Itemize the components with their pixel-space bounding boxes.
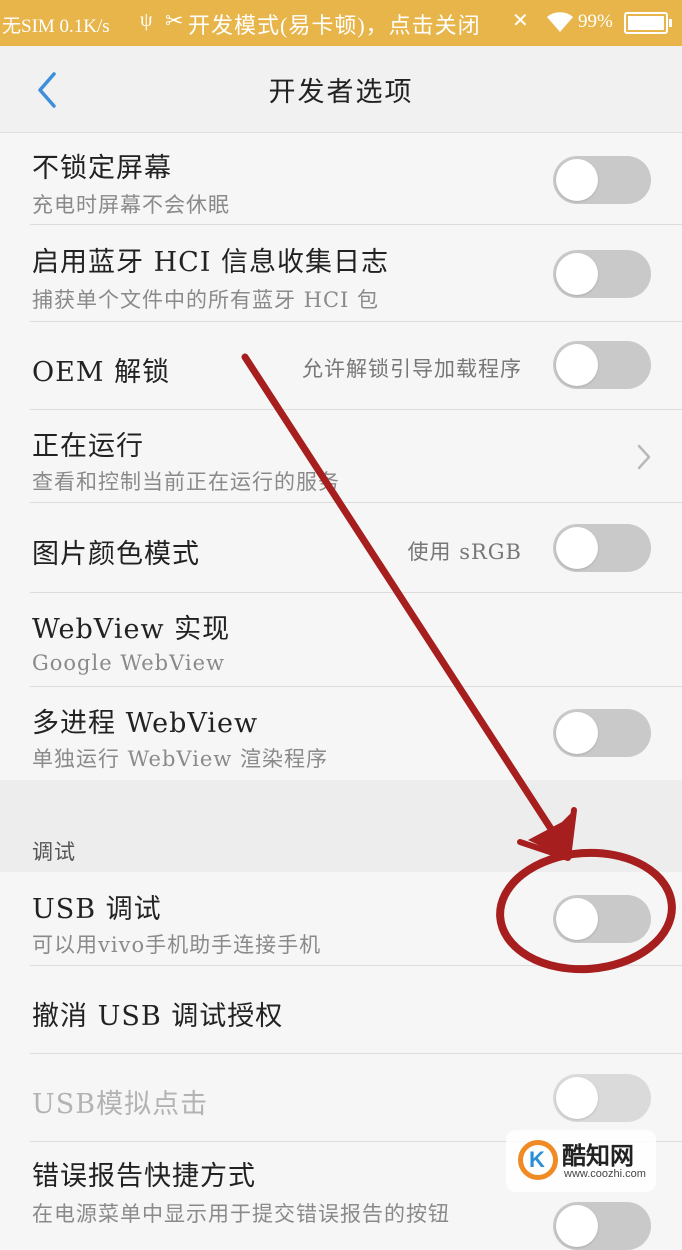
bug-report-toggle[interactable] <box>553 1202 651 1250</box>
usb-icon: ψ <box>140 9 153 31</box>
setting-title: 不锁定屏幕 <box>32 153 172 184</box>
mute-bell-icon: ✕ <box>512 10 529 32</box>
developer-mode-notice[interactable]: 开发模式(易卡顿)，点击关闭 <box>188 8 481 40</box>
setting-title: 图片颜色模式 <box>32 539 200 570</box>
setting-title: OEM 解锁 <box>32 357 171 388</box>
setting-usb-simulated-click: USB模拟点击 <box>0 1054 682 1142</box>
setting-right-text: 允许解锁引导加载程序 <box>302 357 522 381</box>
setting-subtitle: 充电时屏幕不会休眠 <box>32 193 230 217</box>
setting-revoke-usb-auth[interactable]: 撤消 USB 调试授权 <box>0 966 682 1054</box>
setting-subtitle: 在电源菜单中显示用于提交错误报告的按钮 <box>32 1202 450 1226</box>
setting-picture-color-mode[interactable]: 图片颜色模式 使用 sRGB <box>0 503 682 593</box>
setting-multiprocess-webview[interactable]: 多进程 WebView 单独运行 WebView 渲染程序 <box>0 687 682 780</box>
usb-simulated-click-toggle <box>553 1074 651 1122</box>
setting-title: 多进程 WebView <box>32 708 259 739</box>
setting-webview-implementation[interactable]: WebView 实现 Google WebView <box>0 593 682 687</box>
battery-percent: 99% <box>578 11 613 32</box>
carrier-speed-text: 无SIM 0.1K/s <box>2 16 110 37</box>
setting-oem-unlock[interactable]: OEM 解锁 允许解锁引导加载程序 <box>0 322 682 410</box>
setting-right-text: 使用 sRGB <box>407 540 522 564</box>
watermark: K 酷知网 www.coozhi.com <box>506 1130 656 1192</box>
wrench-icon: ✂ <box>165 8 184 33</box>
section-header-debug: 调试 <box>32 840 76 864</box>
setting-title: 错误报告快捷方式 <box>32 1161 256 1192</box>
setting-subtitle: 查看和控制当前正在运行的服务 <box>32 470 340 494</box>
color-mode-toggle[interactable] <box>553 524 651 572</box>
setting-title: 正在运行 <box>32 431 144 462</box>
usb-debugging-toggle[interactable] <box>553 895 651 943</box>
oem-unlock-toggle[interactable] <box>553 341 651 389</box>
status-bar: 无SIM 0.1K/s ψ ✂ 开发模式(易卡顿)，点击关闭 ✕ 99% <box>0 0 682 46</box>
setting-stay-awake[interactable]: 不锁定屏幕 充电时屏幕不会休眠 <box>0 133 682 225</box>
setting-subtitle: 捕获单个文件中的所有蓝牙 HCI 包 <box>32 288 380 312</box>
setting-running-services[interactable]: 正在运行 查看和控制当前正在运行的服务 <box>0 410 682 503</box>
setting-subtitle: 可以用vivo手机助手连接手机 <box>32 933 322 957</box>
setting-usb-debugging[interactable]: USB 调试 可以用vivo手机助手连接手机 <box>0 872 682 966</box>
setting-title: 撤消 USB 调试授权 <box>32 1001 284 1032</box>
watermark-name: 酷知网 <box>562 1143 634 1170</box>
chevron-right-icon <box>637 444 651 470</box>
watermark-url: www.coozhi.com <box>564 1168 646 1180</box>
setting-title: USB模拟点击 <box>32 1089 209 1120</box>
setting-title: 启用蓝牙 HCI 信息收集日志 <box>32 247 390 278</box>
multiprocess-webview-toggle[interactable] <box>553 709 651 757</box>
stay-awake-toggle[interactable] <box>553 156 651 204</box>
wifi-icon <box>547 12 573 32</box>
setting-bluetooth-hci-log[interactable]: 启用蓝牙 HCI 信息收集日志 捕获单个文件中的所有蓝牙 HCI 包 <box>0 225 682 322</box>
battery-icon <box>624 12 672 34</box>
setting-title: USB 调试 <box>32 894 162 925</box>
setting-subtitle: 单独运行 WebView 渲染程序 <box>32 747 329 771</box>
setting-title: WebView 实现 <box>32 614 231 645</box>
coozhi-logo-icon: K <box>518 1140 558 1180</box>
section-divider <box>0 780 682 872</box>
setting-subtitle: Google WebView <box>32 651 225 675</box>
title-bar: 开发者选项 <box>0 46 682 133</box>
page-title: 开发者选项 <box>268 77 414 108</box>
bluetooth-hci-toggle[interactable] <box>553 250 651 298</box>
